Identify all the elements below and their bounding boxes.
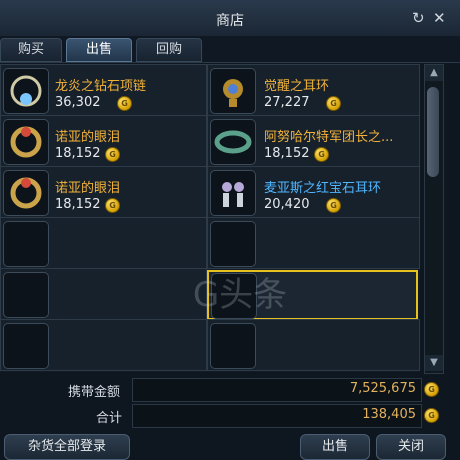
scroll-thumb[interactable] xyxy=(427,87,439,177)
item-price: 27,227 xyxy=(264,95,310,110)
list-item[interactable]: 觉醒之耳环 27,227 G xyxy=(207,64,420,116)
coin-icon: G xyxy=(424,382,439,397)
item-list: 龙炎之钻石项链 36,302 G 觉醒之耳环 27,227 G 诺亚的眼泪 18… xyxy=(0,64,420,372)
item-name: 阿努哈尔特军团长之... xyxy=(264,130,394,145)
diamond-necklace-icon xyxy=(3,68,49,114)
item-name: 诺亚的眼泪 xyxy=(55,181,121,196)
empty-slot[interactable] xyxy=(0,319,207,371)
tab-buy[interactable]: 购买 xyxy=(0,38,62,62)
watermark-logo: G头条 xyxy=(193,275,287,315)
total-value: 138,405 xyxy=(362,407,416,422)
coin-icon: G xyxy=(105,198,120,213)
carry-amount-value: 7,525,675 xyxy=(349,381,416,396)
item-name: 诺亚的眼泪 xyxy=(55,130,121,145)
item-name: 龙炎之钻石项链 xyxy=(55,79,147,94)
tab-sell[interactable]: 出售 xyxy=(66,38,132,62)
register-misc-button[interactable]: 杂货全部登录 xyxy=(4,434,130,460)
scroll-up-icon[interactable]: ▲ xyxy=(425,65,443,81)
empty-slot[interactable] xyxy=(207,217,420,269)
svg-text:G头条: G头条 xyxy=(193,275,287,315)
item-price: 20,420 xyxy=(264,197,310,212)
item-price: 18,152 xyxy=(55,197,101,212)
sell-button[interactable]: 出售 xyxy=(300,434,370,460)
empty-slot[interactable] xyxy=(207,319,420,371)
coin-icon: G xyxy=(105,147,120,162)
list-item[interactable]: 诺亚的眼泪 18,152 G xyxy=(0,166,207,218)
list-item[interactable]: 阿努哈尔特军团长之... 18,152 G xyxy=(207,115,420,167)
close-icon[interactable]: ✕ xyxy=(433,9,446,27)
empty-slot-icon xyxy=(3,221,49,267)
item-price: 18,152 xyxy=(264,146,310,161)
tab-bar: 购买 出售 回购 xyxy=(0,36,460,63)
earring-icon xyxy=(210,68,256,114)
ring-icon xyxy=(3,170,49,216)
empty-slot-icon xyxy=(210,323,256,369)
coin-icon: G xyxy=(326,198,341,213)
tab-buyback[interactable]: 回购 xyxy=(136,38,202,62)
list-item[interactable]: 龙炎之钻石项链 36,302 G xyxy=(0,64,207,116)
list-item[interactable]: 诺亚的眼泪 18,152 G xyxy=(0,115,207,167)
reset-icon[interactable]: ↻ xyxy=(412,9,425,27)
close-button[interactable]: 关闭 xyxy=(376,434,446,460)
empty-slot-icon xyxy=(210,221,256,267)
list-item[interactable]: 麦亚斯之红宝石耳环 20,420 G xyxy=(207,166,420,218)
coin-icon: G xyxy=(424,408,439,423)
item-name: 觉醒之耳环 xyxy=(264,79,330,94)
title-bar: 商店 ↻ ✕ xyxy=(0,0,460,37)
coin-icon: G xyxy=(326,96,341,111)
scrollbar[interactable]: ▲ ▼ xyxy=(424,64,444,374)
ruby-earring-icon xyxy=(210,170,256,216)
empty-slot-icon xyxy=(3,323,49,369)
empty-slot[interactable] xyxy=(0,217,207,269)
item-name: 麦亚斯之红宝石耳环 xyxy=(264,181,382,196)
ring-icon xyxy=(3,119,49,165)
coin-icon: G xyxy=(314,147,329,162)
window-title: 商店 xyxy=(216,13,244,29)
item-price: 18,152 xyxy=(55,146,101,161)
carry-amount-label: 携带金额 xyxy=(68,385,121,400)
item-price: 36,302 xyxy=(55,95,101,110)
coin-icon: G xyxy=(117,96,132,111)
total-label: 合计 xyxy=(96,411,123,426)
scroll-down-icon[interactable]: ▼ xyxy=(425,355,443,371)
empty-slot-icon xyxy=(3,272,49,318)
belt-icon xyxy=(210,119,256,165)
